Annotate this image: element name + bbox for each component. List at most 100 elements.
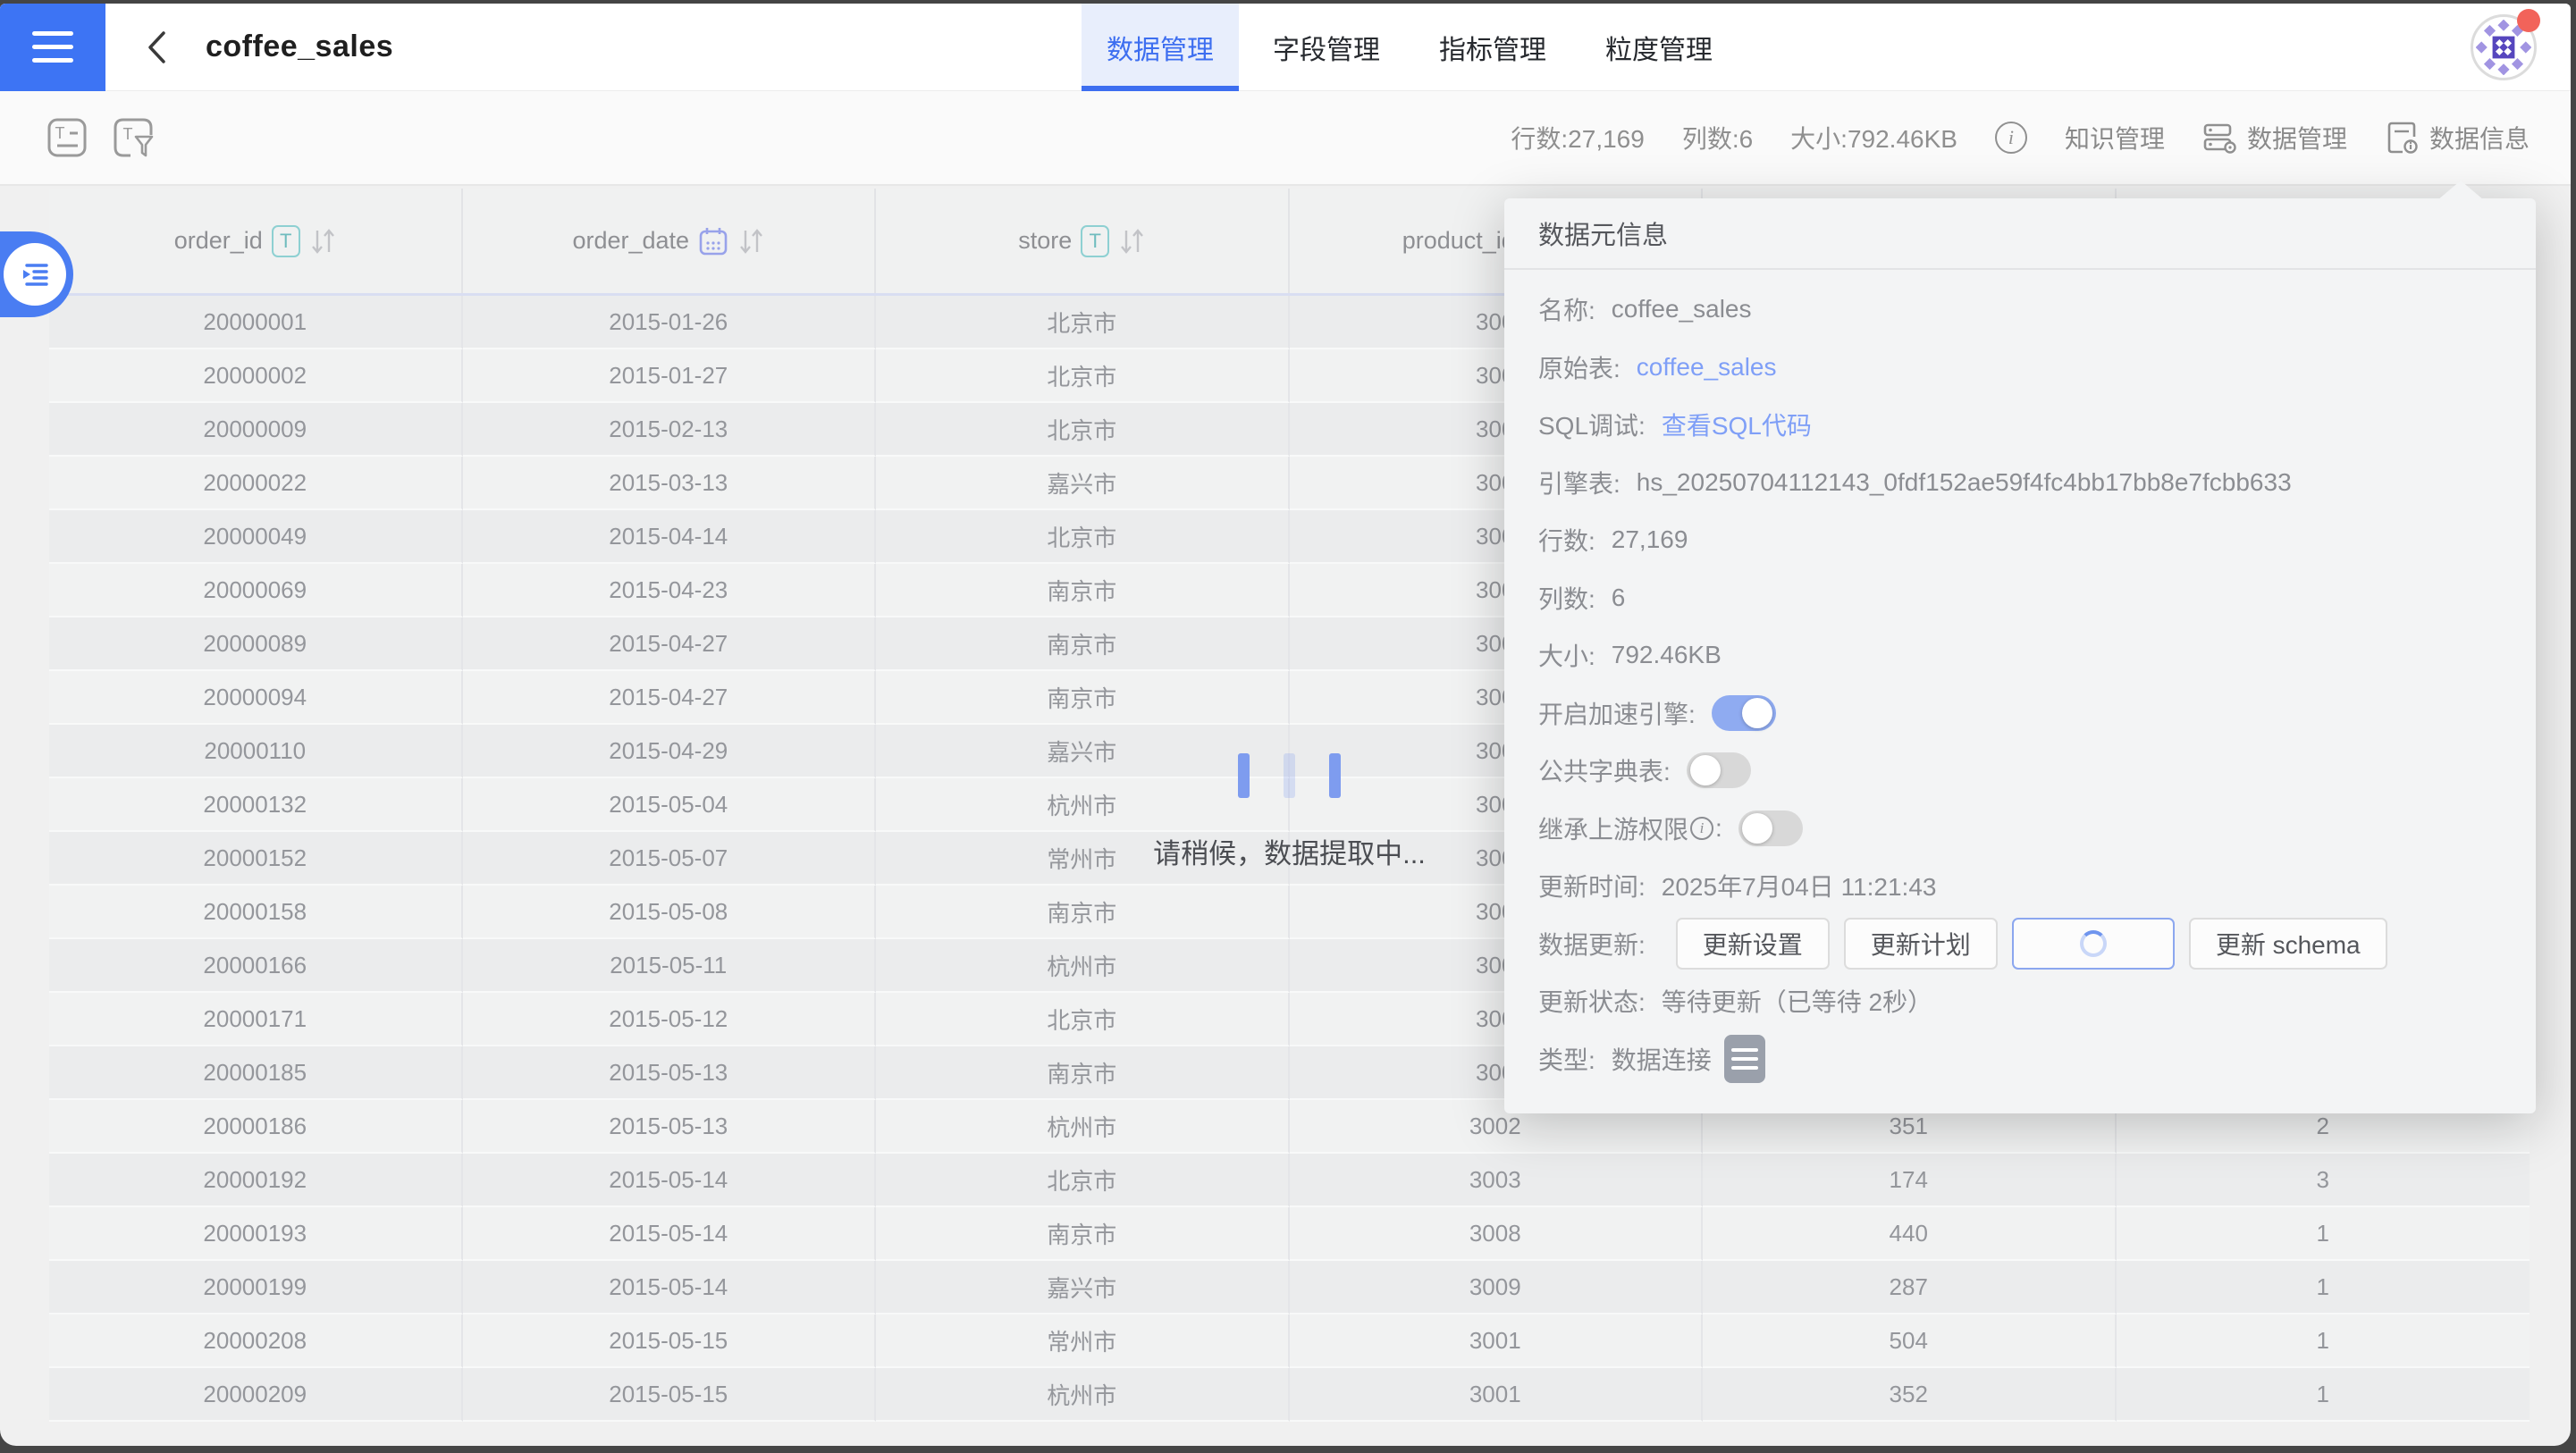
column-label: product_id [1402,227,1515,255]
table-cell: 2015-01-27 [463,349,877,403]
table-cell: 嘉兴市 [876,457,1290,510]
table-cell: 20000186 [49,1100,463,1154]
knowledge-management-button[interactable]: 知识管理 [2065,120,2165,155]
hamburger-icon [32,31,73,36]
info-icon[interactable]: i [1995,122,2027,154]
table-cell: 杭州市 [876,939,1290,993]
table-cell: 3001 [1290,1368,1704,1422]
table-cell: 北京市 [876,1154,1290,1207]
table-cell: 1 [2117,1368,2530,1422]
table-cell: 2015-05-11 [463,939,877,993]
table-cell: 2015-05-12 [463,993,877,1046]
back-button[interactable] [145,28,172,67]
table-cell: 20000185 [49,1046,463,1100]
table-cell: 2015-05-04 [463,778,877,832]
table-cell: 北京市 [876,349,1290,403]
meta-origin-row: 原始表: coffee_sales [1538,339,2502,397]
table-cell: 杭州市 [876,1100,1290,1154]
field-style-icon[interactable]: T [46,117,88,158]
table-cell: 南京市 [876,1046,1290,1100]
table-cell: 杭州市 [876,778,1290,832]
table-cell: 440 [1703,1207,2117,1261]
view-sql-link[interactable]: 查看SQL代码 [1662,407,1812,442]
table-cell: 北京市 [876,510,1290,564]
column-label: order_date [572,227,689,255]
table-cell: 20000110 [49,725,463,778]
table-cell: 2015-04-29 [463,725,877,778]
indent-list-icon [18,257,52,291]
table-cell: 20000158 [49,886,463,939]
update-settings-button[interactable]: 更新设置 [1676,918,1830,970]
update-schema-button[interactable]: 更新 schema [2189,918,2387,970]
toolbar: T T 行数:27,169 列数:6 大小:792.46KB i 知识管理 [0,91,2571,186]
table-cell: 2015-05-14 [463,1261,877,1314]
table-row[interactable]: 200001992015-05-14嘉兴市30092871 [49,1261,2530,1314]
table-cell: 南京市 [876,1207,1290,1261]
table-cell: 20000193 [49,1207,463,1261]
field-filter-icon[interactable]: T [113,117,154,158]
inherit-permission-toggle[interactable] [1738,810,1803,846]
app-header: coffee_sales 数据管理 字段管理 指标管理 粒度管理 [0,4,2571,91]
tab-field-management[interactable]: 字段管理 [1248,4,1405,91]
origin-table-link[interactable]: coffee_sales [1637,353,1777,382]
type-row: 类型: 数据连接 [1538,1030,2502,1088]
public-dict-row: 公共字典表: [1538,742,2502,800]
table-cell: 3009 [1290,1261,1704,1314]
panel-title: 数据元信息 [1504,198,2536,270]
refreshing-button[interactable] [2012,918,2175,970]
table-row[interactable]: 200001922015-05-14北京市30031743 [49,1154,2530,1207]
table-cell: 1 [2117,1207,2530,1261]
table-cell: 嘉兴市 [876,725,1290,778]
data-info-button[interactable]: 数据信息 [2385,120,2530,155]
table-cell: 20000094 [49,671,463,725]
table-row[interactable]: 200001932015-05-14南京市30084401 [49,1207,2530,1261]
table-cell: 20000002 [49,349,463,403]
hamburger-menu-button[interactable] [0,4,105,91]
accel-engine-toggle[interactable] [1712,695,1776,731]
table-row[interactable]: 200002082015-05-15常州市30015041 [49,1314,2530,1368]
meta-sql-row: SQL调试: 查看SQL代码 [1538,396,2502,454]
table-cell: 2015-03-13 [463,457,877,510]
spinner-icon [2080,930,2107,957]
meta-cols-row: 列数: 6 [1538,569,2502,627]
column-label: store [1018,227,1072,255]
table-cell: 2015-05-14 [463,1154,877,1207]
tab-data-management[interactable]: 数据管理 [1082,4,1239,91]
table-cell: 1 [2117,1314,2530,1368]
table-cell: 2015-04-27 [463,671,877,725]
update-plan-button[interactable]: 更新计划 [1844,918,1998,970]
table-cell: 3008 [1290,1207,1704,1261]
column-header-order_date[interactable]: order_date [463,189,877,293]
toolbar-right: 行数:27,169 列数:6 大小:792.46KB i 知识管理 数据管理 [1511,120,2530,155]
column-header-store[interactable]: storeT [876,189,1290,293]
public-dict-toggle[interactable] [1687,752,1751,788]
table-cell: 杭州市 [876,1368,1290,1422]
meta-rows-row: 行数: 27,169 [1538,511,2502,569]
table-cell: 南京市 [876,886,1290,939]
notification-dot [2517,9,2540,32]
table-cell: 352 [1703,1368,2117,1422]
table-cell: 1 [2117,1261,2530,1314]
user-avatar[interactable] [2471,14,2537,80]
sort-arrows-icon [309,226,336,256]
table-row[interactable]: 200002092015-05-15杭州市30013521 [49,1368,2530,1422]
table-cell: 2015-05-08 [463,886,877,939]
app-window: coffee_sales 数据管理 字段管理 指标管理 粒度管理 [0,4,2571,1446]
table-cell: 2015-04-14 [463,510,877,564]
update-status-row: 更新状态: 等待更新（已等待 2秒） [1538,972,2502,1030]
calendar-type-icon [698,226,728,256]
tab-bar: 数据管理 字段管理 指标管理 粒度管理 [1077,4,1742,91]
column-header-order_id[interactable]: order_idT [49,189,463,293]
accel-engine-row: 开启加速引擎: [1538,685,2502,743]
tab-granularity-management[interactable]: 粒度管理 [1580,4,1738,91]
table-cell: 3003 [1290,1154,1704,1207]
inherit-permission-row: 继承上游权限 i : [1538,800,2502,858]
table-cell: 北京市 [876,993,1290,1046]
tab-metric-management[interactable]: 指标管理 [1414,4,1571,91]
table-cell: 南京市 [876,617,1290,671]
table-cell: 20000069 [49,564,463,617]
table-cell: 174 [1703,1154,2117,1207]
inherit-info-icon[interactable]: i [1690,817,1713,840]
table-cell: 20000209 [49,1368,463,1422]
data-management-button[interactable]: 数据管理 [2202,120,2347,155]
